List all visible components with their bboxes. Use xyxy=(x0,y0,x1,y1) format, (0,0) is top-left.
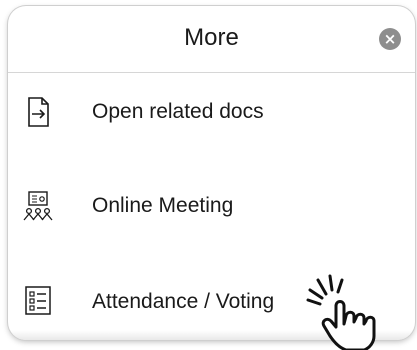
menu-item-label: Online Meeting xyxy=(92,194,234,217)
menu-item-open-related-docs[interactable]: Open related docs xyxy=(8,72,415,162)
sheet-title: More xyxy=(184,24,239,51)
tap-hand-icon xyxy=(306,274,376,350)
online-meeting-icon xyxy=(23,191,53,221)
menu-item-label: Open related docs xyxy=(92,100,264,123)
sheet-header: More × xyxy=(8,6,415,73)
menu-item-online-meeting[interactable]: Online Meeting xyxy=(8,154,415,244)
screenshot-frame: More × Open related docs Online Meeting … xyxy=(0,0,417,350)
close-icon[interactable]: × xyxy=(379,28,401,50)
attendance-list-icon xyxy=(25,286,51,315)
menu-item-label: Attendance / Voting xyxy=(92,290,275,313)
document-arrow-icon xyxy=(28,97,49,127)
